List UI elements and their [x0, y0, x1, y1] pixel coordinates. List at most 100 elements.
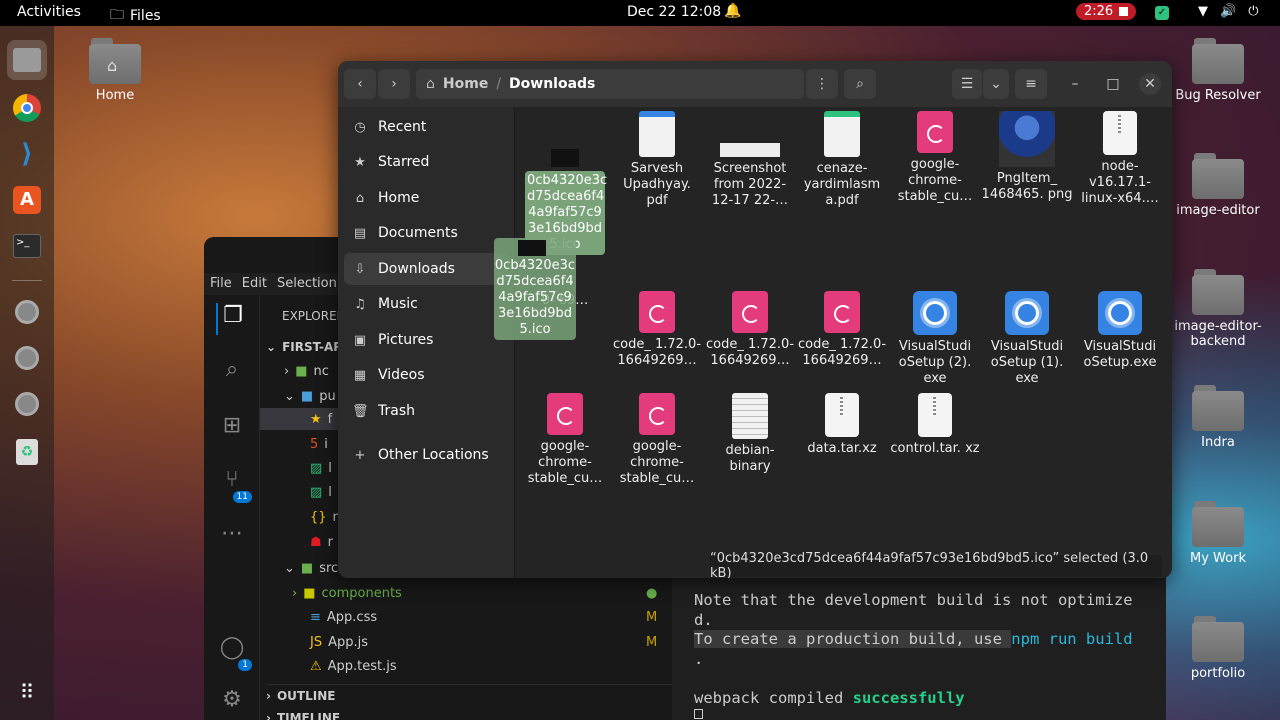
- files-app-menu[interactable]: 🗀 Files: [110, 4, 161, 28]
- file-item[interactable]: PngItem_ 1468465. png: [981, 111, 1073, 203]
- account-icon[interactable]: ◯ 1: [216, 635, 252, 671]
- disk-icon: [15, 346, 39, 370]
- activities-button[interactable]: Activities: [17, 4, 81, 20]
- sidebar-label: Music: [378, 296, 418, 312]
- explorer-icon[interactable]: ❐: [216, 303, 248, 335]
- file-item[interactable]: node- v16.17.1- linux-x64.…: [1074, 111, 1166, 207]
- view-list-button[interactable]: ☰: [952, 69, 982, 99]
- file-item[interactable]: data.tar.xz: [796, 393, 888, 457]
- hamburger-icon: ≡: [1025, 76, 1037, 92]
- tree-item[interactable]: ≡ App.css M: [310, 606, 657, 628]
- vscode-menubar: File Edit Selection: [210, 276, 337, 291]
- file-item[interactable]: google- chrome- stable_cu…: [611, 393, 703, 487]
- close-button[interactable]: ✕: [1139, 73, 1161, 95]
- tree-item[interactable]: 5i: [310, 433, 328, 455]
- forward-button[interactable]: ›: [378, 69, 410, 99]
- sidebar-item-documents[interactable]: ▤ Documents: [344, 217, 508, 249]
- settings-gear-icon[interactable]: ⚙: [216, 687, 248, 719]
- tree-item[interactable]: ⚠ App.test.js: [310, 655, 397, 677]
- show-apps-button[interactable]: ⠿: [7, 672, 47, 712]
- sidebar-item-videos[interactable]: ▦ Videos: [344, 359, 508, 391]
- outline-section[interactable]: › OUTLINE: [266, 684, 672, 706]
- dock-drive-3[interactable]: [7, 384, 47, 424]
- file-item[interactable]: Screenshot from 2022- 12-17 22-…: [704, 111, 796, 209]
- path-home[interactable]: Home: [443, 76, 488, 92]
- file-item[interactable]: VisualStudi oSetup (2). exe: [889, 291, 981, 387]
- file-item[interactable]: Sarvesh Upadhyay. pdf: [611, 111, 703, 209]
- sidebar-item-other-locations[interactable]: + Other Locations: [344, 439, 508, 471]
- path-menu-button[interactable]: ⋮: [806, 69, 838, 99]
- file-item[interactable]: control.tar. xz: [889, 393, 981, 457]
- tree-item[interactable]: › ■ components ●: [292, 582, 657, 604]
- tree-item[interactable]: › ■ nc: [284, 360, 329, 382]
- file-item[interactable]: google- chrome- stable_cu…: [889, 111, 981, 205]
- terminal-line: webpack compiled successfully: [694, 689, 965, 707]
- sidebar-item-home[interactable]: ⌂ Home: [344, 182, 508, 214]
- tree-label: nc: [313, 363, 329, 379]
- recording-indicator[interactable]: 2:26: [1076, 3, 1137, 20]
- source-control-icon[interactable]: ⑂ 11: [216, 467, 252, 503]
- file-label: data.tar.xz: [807, 441, 877, 456]
- search-icon[interactable]: ⌕: [216, 357, 248, 389]
- document-icon: ▤: [353, 225, 367, 241]
- menu-selection[interactable]: Selection: [277, 276, 337, 291]
- clock[interactable]: Dec 22 12:08: [627, 4, 721, 20]
- extensions-icon[interactable]: ⊞: [216, 413, 248, 445]
- tree-item[interactable]: ☗ r: [310, 531, 333, 553]
- sidebar-item-trash[interactable]: 🗑 Trash: [344, 395, 508, 427]
- tree-item[interactable]: ⌄ ■ src: [284, 557, 338, 579]
- desktop-icon-my-work[interactable]: My Work: [1173, 499, 1263, 566]
- back-button[interactable]: ‹: [344, 69, 376, 99]
- minimize-button[interactable]: –: [1064, 69, 1086, 99]
- sidebar-item-music[interactable]: ♫ Music: [344, 288, 508, 320]
- file-item[interactable]: code_ 1.72.0- 16649269…: [796, 291, 888, 369]
- search-button[interactable]: ⌕: [844, 69, 876, 99]
- dock-drive-2[interactable]: [7, 338, 47, 378]
- desktop-icon-bug-resolver[interactable]: Bug Resolver: [1173, 36, 1263, 103]
- dock-chrome[interactable]: [7, 88, 47, 128]
- tree-label: src: [319, 560, 339, 576]
- tree-item[interactable]: {} n: [310, 506, 341, 528]
- system-menu[interactable]: ▼ 🔊 ⏻: [1198, 4, 1258, 19]
- more-icon[interactable]: ⋯: [216, 521, 248, 553]
- chevron-right-icon: ›: [284, 363, 290, 379]
- desktop-icon-image-editor[interactable]: image-editor: [1173, 151, 1263, 218]
- dock-drive-1[interactable]: [7, 292, 47, 332]
- menu-edit[interactable]: Edit: [242, 276, 267, 291]
- sidebar-item-recent[interactable]: ◷ Recent: [344, 111, 508, 143]
- menu-file[interactable]: File: [210, 276, 232, 291]
- terminal-panel[interactable]: Note that the development build is not o…: [674, 577, 1166, 720]
- desktop-icon-portfolio[interactable]: portfolio: [1173, 614, 1263, 681]
- tree-item[interactable]: ▨ l: [310, 457, 332, 479]
- desktop-icon-image-editor-backend[interactable]: image-editor-backend: [1173, 267, 1263, 349]
- file-item[interactable]: code_ 1.72.0- 16649269…: [704, 291, 796, 369]
- tree-item[interactable]: JS App.js M: [310, 631, 657, 653]
- sidebar-item-pictures[interactable]: ▣ Pictures: [344, 324, 508, 356]
- sidebar-item-starred[interactable]: ★ Starred: [344, 146, 508, 178]
- dock-files[interactable]: [7, 40, 47, 80]
- file-item[interactable]: cenaze- yardimlasm a.pdf: [796, 111, 888, 209]
- path-bar[interactable]: ⌂ Home / Downloads: [416, 69, 804, 99]
- check-icon[interactable]: ✓: [1155, 6, 1169, 20]
- main-menu-button[interactable]: ≡: [1015, 69, 1047, 99]
- file-item[interactable]: VisualStudi oSetup (1). exe: [981, 291, 1073, 387]
- sidebar-item-downloads[interactable]: ⇩ Downloads: [344, 253, 508, 285]
- path-current[interactable]: Downloads: [509, 76, 595, 92]
- dock-terminal[interactable]: >_: [7, 226, 47, 266]
- view-options-button[interactable]: ⌄: [983, 69, 1009, 99]
- dock-software[interactable]: A: [7, 180, 47, 220]
- timeline-section[interactable]: › TIMELINE: [266, 707, 340, 720]
- file-item[interactable]: debian- binary: [704, 393, 796, 475]
- dock-trash[interactable]: ♻: [7, 432, 47, 472]
- files-window[interactable]: ‹ › ⌂ Home / Downloads ⋮ ⌕ ☰ ⌄ ≡ – □ ✕ ◷…: [338, 61, 1172, 578]
- tree-item[interactable]: ⌄ ■ pu: [284, 385, 336, 407]
- file-item[interactable]: google- chrome- stable_cu…: [519, 393, 611, 487]
- file-item[interactable]: VisualStudi oSetup.exe: [1074, 291, 1166, 371]
- modified-flag: M: [646, 634, 658, 650]
- desktop-icon-home[interactable]: ⌂ Home: [70, 36, 160, 103]
- desktop-icon-indra[interactable]: Indra: [1173, 383, 1263, 450]
- file-item[interactable]: code_ 1.72.0- 16649269…: [611, 291, 703, 369]
- dock-vscode[interactable]: ⟩: [7, 134, 47, 174]
- maximize-button[interactable]: □: [1102, 69, 1124, 99]
- tree-item[interactable]: ▨ l: [310, 481, 332, 503]
